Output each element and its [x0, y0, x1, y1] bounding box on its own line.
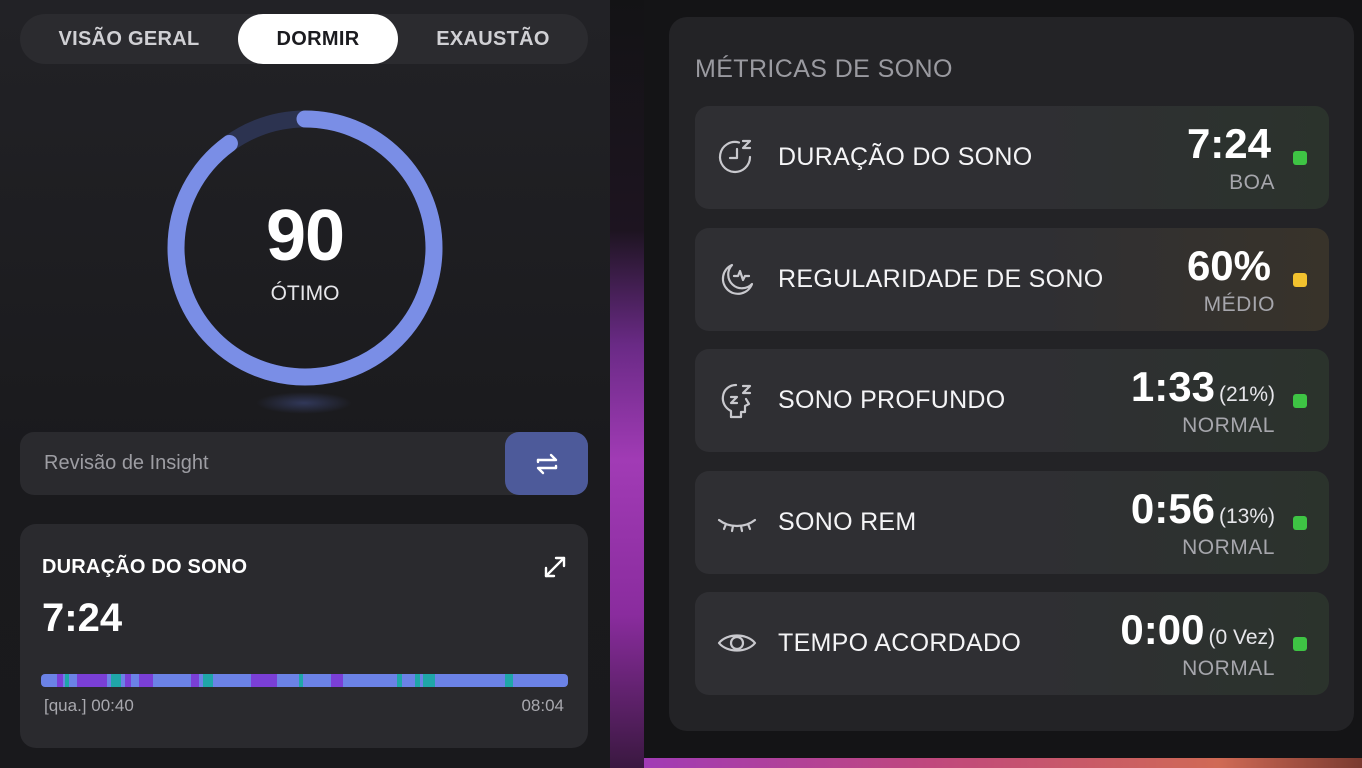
head-zz-icon	[721, 383, 752, 419]
insight-review-label: Revisão de Insight	[44, 452, 209, 474]
status-dot	[1293, 394, 1307, 408]
clock-zz-icon	[718, 139, 752, 173]
metric-row-deep-sleep[interactable]: SONO PROFUNDO 1:33 (21%) NORMAL	[695, 349, 1329, 452]
metric-label: TEMPO ACORDADO	[778, 629, 1022, 657]
metric-value-extra: (13%)	[1218, 505, 1275, 528]
metric-label: SONO REM	[778, 508, 917, 536]
moon-pulse-icon	[721, 263, 754, 295]
status-dot	[1293, 273, 1307, 287]
sleep-metrics-card: MÉTRICAS DE SONO DURAÇÃO DO SONO 7:24 BO…	[669, 17, 1354, 731]
divider-strip	[610, 0, 644, 768]
tab-visao-geral[interactable]: VISÃO GERAL	[20, 14, 238, 64]
metric-value-main: 0:56	[1130, 485, 1215, 532]
sleep-overview-panel: VISÃO GERAL DORMIR EXAUSTÃO 90 ÓTIMO Rev…	[0, 0, 610, 768]
metric-value: 60%	[1187, 242, 1275, 290]
bottom-glow	[644, 758, 1362, 768]
sleep-score-label: ÓTIMO	[270, 282, 340, 305]
sleep-duration-value: 7:24	[42, 596, 123, 640]
metric-row-awake-time[interactable]: TEMPO ACORDADO 0:00 (0 Vez) NORMAL	[695, 592, 1329, 695]
sleep-duration-title: DURAÇÃO DO SONO	[42, 556, 248, 578]
metric-value: 7:24	[1187, 120, 1275, 168]
tab-dormir[interactable]: DORMIR	[238, 14, 398, 64]
status-dot	[1293, 637, 1307, 651]
sleep-end-time: 08:04	[521, 696, 564, 715]
sleep-score-value: 90	[265, 196, 345, 276]
sleep-metrics-title: MÉTRICAS DE SONO	[695, 55, 953, 83]
insight-swap-button[interactable]	[505, 432, 588, 495]
sleep-duration-card: DURAÇÃO DO SONO 7:24 [qua.] 00:40 08:04	[20, 524, 588, 748]
metric-row-sleep-duration[interactable]: DURAÇÃO DO SONO 7:24 BOA	[695, 106, 1329, 209]
expand-icon[interactable]	[542, 554, 568, 580]
metric-row-sleep-regularity[interactable]: REGULARIDADE DE SONO 60% MÉDIO	[695, 228, 1329, 331]
metric-row-rem-sleep[interactable]: SONO REM 0:56 (13%) NORMAL	[695, 471, 1329, 574]
metric-status: BOA	[1229, 171, 1275, 194]
tab-bar: VISÃO GERAL DORMIR EXAUSTÃO	[20, 14, 588, 64]
ring-glow	[256, 392, 352, 414]
metric-status: MÉDIO	[1203, 293, 1275, 316]
metric-status: NORMAL	[1182, 536, 1275, 559]
status-dot	[1293, 516, 1307, 530]
metric-value-main: 7:24	[1186, 120, 1271, 167]
metric-status: NORMAL	[1182, 414, 1275, 437]
metric-value-main: 1:33	[1130, 363, 1215, 410]
insight-review-bar[interactable]: Revisão de Insight	[20, 432, 588, 495]
metric-label: DURAÇÃO DO SONO	[778, 143, 1033, 171]
sleep-metrics-panel: MÉTRICAS DE SONO DURAÇÃO DO SONO 7:24 BO…	[644, 0, 1362, 758]
tab-exaustao[interactable]: EXAUSTÃO	[398, 14, 588, 64]
metric-value: 0:00 (0 Vez)	[1120, 606, 1275, 654]
metric-value: 0:56 (13%)	[1131, 485, 1275, 533]
sleep-start-time: [qua.] 00:40	[44, 696, 134, 715]
metric-value: 1:33 (21%)	[1131, 363, 1275, 411]
metric-label: REGULARIDADE DE SONO	[778, 265, 1104, 293]
metric-label: SONO PROFUNDO	[778, 386, 1006, 414]
swap-arrows-icon	[536, 453, 557, 474]
metric-value-main: 60%	[1186, 242, 1271, 289]
metric-value-extra: (21%)	[1218, 383, 1275, 406]
metric-value-extra: (0 Vez)	[1208, 626, 1275, 649]
status-dot	[1293, 151, 1307, 165]
metric-status: NORMAL	[1182, 657, 1275, 680]
eye-icon	[717, 634, 757, 652]
closed-eye-icon	[717, 518, 757, 533]
sleep-stage-timeline	[41, 674, 568, 687]
metric-value-main: 0:00	[1120, 606, 1205, 653]
